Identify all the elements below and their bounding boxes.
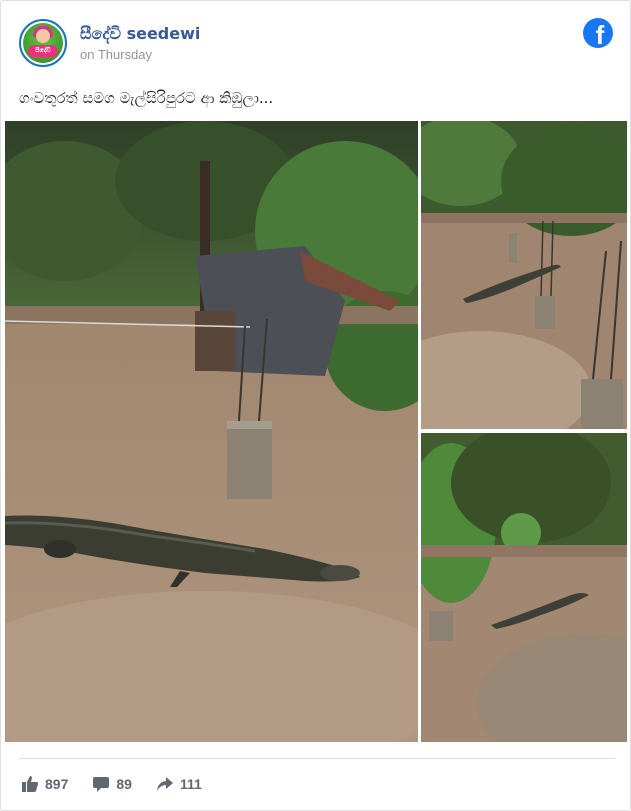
comment-icon xyxy=(93,777,110,792)
post-header: සීදේවි සීදේවි seedewi on Thursday f xyxy=(19,18,615,71)
avatar-face-shape xyxy=(36,29,50,43)
post-caption: ගංවතුරත් සමග මැල්සිරිපුරට ආ කිඹුලා... xyxy=(19,89,274,107)
flood-photo-top-right-image xyxy=(421,121,627,429)
post-card: සීදේවි සීදේවි seedewi on Thursday f ගංවත… xyxy=(0,0,631,811)
comment-count[interactable]: 89 xyxy=(92,775,132,793)
stats-divider xyxy=(19,758,615,759)
thumbs-up-icon xyxy=(22,776,38,792)
flood-photo-top-right[interactable] xyxy=(421,121,627,429)
flood-photo-bottom-right[interactable] xyxy=(421,433,627,742)
facebook-icon[interactable]: f xyxy=(583,18,613,48)
share-arrow-icon xyxy=(156,777,173,791)
share-count[interactable]: 111 xyxy=(156,775,202,793)
like-count[interactable]: 897 xyxy=(21,775,68,793)
page-name-link[interactable]: සීදේවි seedewi xyxy=(80,24,200,44)
comment-count-number: 89 xyxy=(116,776,132,792)
engagement-bar: 897 89 111 xyxy=(21,773,226,795)
avatar-logo-text: සීදේවි xyxy=(28,45,58,57)
flood-photo-main[interactable] xyxy=(5,121,418,742)
share-count-number: 111 xyxy=(179,776,202,792)
post-timestamp[interactable]: on Thursday xyxy=(80,47,152,62)
page-avatar[interactable]: සීදේවි xyxy=(19,19,67,67)
flood-photo-main-image xyxy=(5,121,418,742)
avatar-logo-image: සීදේවි xyxy=(23,23,63,63)
flood-photo-bottom-right-image xyxy=(421,433,627,742)
like-count-number: 897 xyxy=(45,776,69,792)
